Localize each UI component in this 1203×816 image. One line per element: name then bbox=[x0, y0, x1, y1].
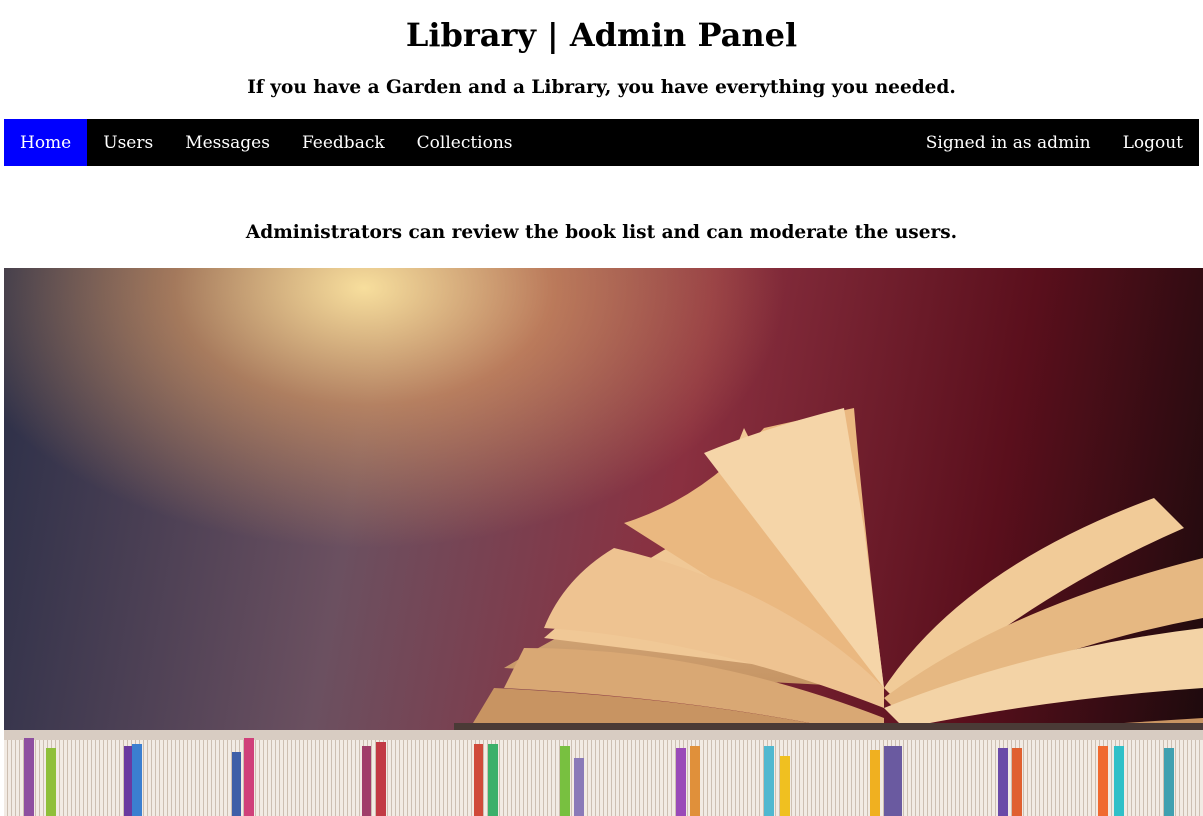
site-tagline: If you have a Garden and a Library, you … bbox=[247, 77, 956, 98]
nav-item-collections[interactable]: Collections bbox=[401, 119, 529, 166]
top-navbar: Home Users Messages Feedback Collections… bbox=[4, 119, 1199, 166]
nav-item-feedback[interactable]: Feedback bbox=[286, 119, 401, 166]
signed-in-link[interactable]: Signed in as admin bbox=[910, 119, 1107, 166]
open-book bbox=[454, 408, 1203, 749]
nav-item-home[interactable]: Home bbox=[4, 119, 88, 166]
intro-text: Administrators can review the book list … bbox=[245, 222, 958, 243]
page: Library | Admin Panel If you have a Gard… bbox=[0, 0, 1203, 816]
site-title: Library | Admin Panel bbox=[405, 16, 798, 54]
nav-item-users[interactable]: Users bbox=[87, 119, 169, 166]
logout-link[interactable]: Logout bbox=[1107, 119, 1199, 166]
hero-image bbox=[4, 268, 1203, 816]
books-illustration bbox=[4, 408, 1203, 816]
book-row bbox=[4, 730, 1203, 816]
nav-left-group: Home Users Messages Feedback Collections bbox=[4, 119, 529, 166]
nav-right-group: Signed in as admin Logout bbox=[910, 119, 1199, 166]
nav-item-messages[interactable]: Messages bbox=[169, 119, 286, 166]
